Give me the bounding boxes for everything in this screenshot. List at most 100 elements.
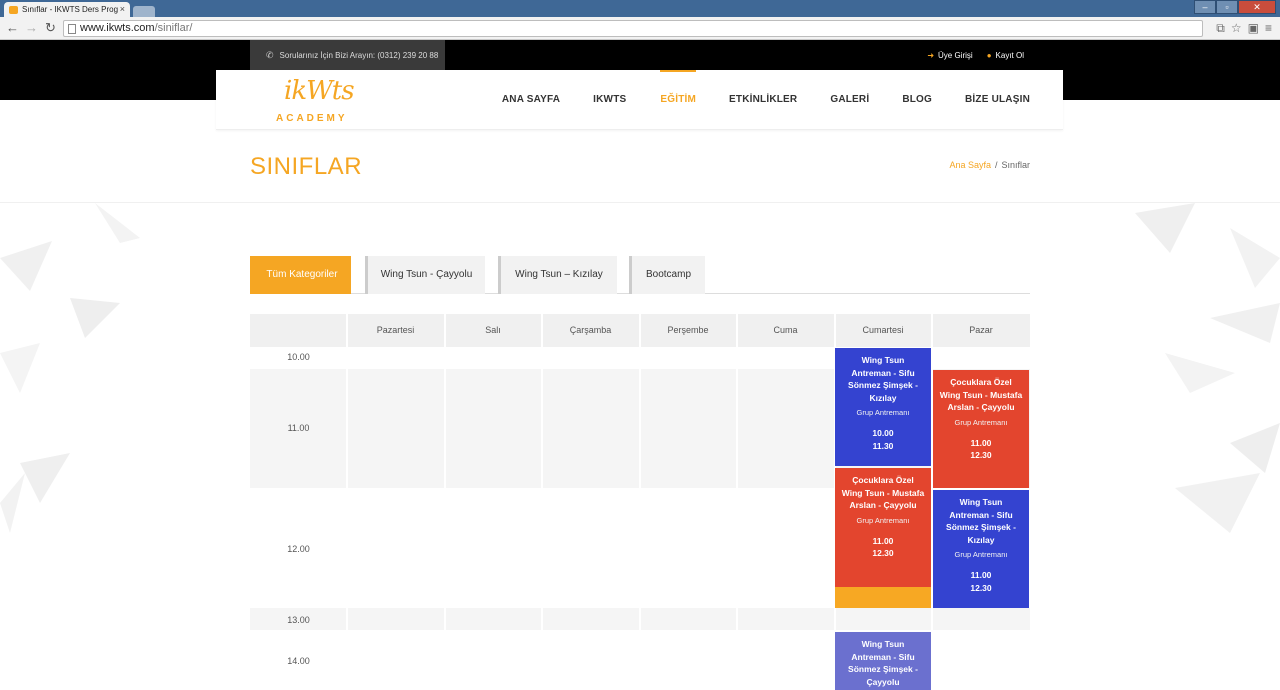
login-link[interactable]: ➜ Üye Girişi xyxy=(927,51,972,60)
event-category: Grup Antremanı xyxy=(954,417,1008,427)
hour-label: 11.00 xyxy=(287,423,310,433)
bookmark-star-icon[interactable]: ☆ xyxy=(1231,21,1242,36)
filter-all[interactable]: Tüm Kategoriler xyxy=(250,256,351,294)
hour-label: 10.00 xyxy=(287,352,310,362)
back-icon[interactable]: ← xyxy=(6,20,19,36)
browser-tab-title: Sınıflar - IKWTS Ders Prog xyxy=(22,5,119,14)
register-link[interactable]: ● Kayıt Ol xyxy=(987,51,1024,60)
header-pazartesi: Pazartesi xyxy=(347,314,444,347)
event-end: 12.30 xyxy=(970,582,992,593)
hour-label: 13.00 xyxy=(287,615,310,625)
event-card[interactable]: Wing Tsun Antreman - Sifu Sönmez Şimşek … xyxy=(835,348,931,466)
breadcrumb-separator: / xyxy=(994,160,998,170)
event-end: 12.30 xyxy=(970,450,992,460)
breadcrumb: Ana Sayfa / Sınıflar xyxy=(949,160,1030,170)
browser-titlebar xyxy=(0,0,1280,17)
extension-icon[interactable]: ▣ xyxy=(1248,21,1259,36)
event-card[interactable]: Çocuklara Özel Wing Tsun - Mustafa Arsla… xyxy=(835,468,931,587)
site-header: ikWts ACADEMY ANA SAYFA IKWTS EĞİTİM ETK… xyxy=(216,70,1063,130)
main-menu: ANA SAYFA IKWTS EĞİTİM ETKİNLİKLER GALER… xyxy=(502,70,1030,130)
nav-galeri[interactable]: GALERİ xyxy=(830,70,869,130)
header-cumartesi: Cumartesi xyxy=(835,314,931,347)
logo-mark: ikWts xyxy=(284,76,355,106)
nav-ikwts[interactable]: IKWTS xyxy=(593,70,626,130)
page-icon xyxy=(68,24,76,34)
filter-wing-tsun-kizilay[interactable]: Wing Tsun – Kızılay xyxy=(498,256,617,294)
hour-label: 14.00 xyxy=(287,656,310,666)
event-category: Grup Antremanı xyxy=(856,515,910,525)
header-carsamba: Çarşamba xyxy=(542,314,639,347)
event-title: Wing Tsun Antreman - Sifu Sönmez Şimşek … xyxy=(946,497,1016,545)
menu-icon[interactable]: ≡ xyxy=(1265,21,1272,36)
translate-icon[interactable]: ⧉ xyxy=(1216,21,1225,36)
url-host: www.ikwts.com xyxy=(80,22,155,34)
breadcrumb-current: Sınıflar xyxy=(1001,160,1030,170)
event-category: Grup Antremanı xyxy=(954,550,1008,559)
event-start: 11.00 xyxy=(872,535,894,546)
browser-toolbar: ← → ↻ www.ikwts.com/siniflar/ ⧉ ☆ ▣ ≡ xyxy=(0,17,1280,40)
account-links: ➜ Üye Girişi ● Kayıt Ol xyxy=(927,51,1024,60)
column-divider xyxy=(444,314,446,690)
user-icon: ● xyxy=(986,51,992,60)
nav-egitim[interactable]: EĞİTİM xyxy=(660,70,696,130)
minimize-icon[interactable]: – xyxy=(1194,0,1216,14)
new-tab-button[interactable] xyxy=(133,6,155,17)
category-filters: Tüm Kategoriler Wing Tsun - Çayyolu Wing… xyxy=(250,256,1030,294)
sign-in-icon: ➜ xyxy=(927,51,935,60)
nav-bize-ulasin[interactable]: BİZE ULAŞIN xyxy=(965,70,1030,130)
filter-wing-tsun-cayyolu[interactable]: Wing Tsun - Çayyolu xyxy=(365,256,485,294)
nav-ana-sayfa[interactable]: ANA SAYFA xyxy=(502,70,560,130)
close-window-icon[interactable]: ✕ xyxy=(1238,0,1276,14)
event-title: Wing Tsun Antreman - Sifu Sönmez Şimşek … xyxy=(848,639,918,687)
reload-icon[interactable]: ↻ xyxy=(45,20,56,36)
hour-label: 12.00 xyxy=(287,544,310,554)
phone-text: Sorularınız İçin Bizi Arayın: (0312) 239… xyxy=(279,51,439,60)
column-divider xyxy=(346,314,348,690)
event-title: Wing Tsun Antreman - Sifu Sönmez Şimşek … xyxy=(848,355,918,403)
event-title: Çocuklara Özel Wing Tsun - Mustafa Arsla… xyxy=(841,475,925,510)
column-divider xyxy=(736,314,738,690)
event-title: Çocuklara Özel Wing Tsun - Mustafa Arsla… xyxy=(939,377,1023,412)
filter-bootcamp[interactable]: Bootcamp xyxy=(629,256,705,294)
breadcrumb-home[interactable]: Ana Sayfa xyxy=(949,160,991,170)
register-label: Kayıt Ol xyxy=(995,51,1024,60)
url-path: /siniflar/ xyxy=(154,22,193,34)
event-start: 10.00 xyxy=(872,428,894,438)
tab-close-icon[interactable]: × xyxy=(120,4,125,14)
event-end: 11.30 xyxy=(872,440,894,451)
event-card[interactable]: Wing Tsun Antreman - Sifu Sönmez Şimşek … xyxy=(933,490,1029,608)
event-card[interactable]: Çocuklara Özel Wing Tsun - Mustafa Arsla… xyxy=(933,370,1029,488)
column-divider xyxy=(541,314,543,690)
event-card[interactable]: Wing Tsun Antreman - Sifu Sönmez Şimşek … xyxy=(835,632,931,690)
header-persembe: Perşembe xyxy=(640,314,736,347)
site-logo[interactable]: ikWts ACADEMY xyxy=(274,76,355,126)
header-cuma: Cuma xyxy=(737,314,834,347)
header-sali: Salı xyxy=(445,314,541,347)
event-end: 12.30 xyxy=(872,548,894,558)
window-controls: – ▫ ✕ xyxy=(1194,0,1276,14)
favicon-icon xyxy=(9,6,18,14)
header-pazar: Pazar xyxy=(932,314,1030,347)
event-start: 11.00 xyxy=(970,570,992,580)
event-overflow-bar xyxy=(835,587,931,608)
logo-subtitle: ACADEMY xyxy=(276,113,348,124)
timetable: Pazartesi Salı Çarşamba Perşembe Cuma Cu… xyxy=(250,314,1030,690)
page-title-area: SINIFLAR Ana Sayfa / Sınıflar xyxy=(0,131,1280,203)
event-start: 11.00 xyxy=(970,437,992,448)
header-time-corner xyxy=(250,314,347,347)
decorative-shapes-left xyxy=(0,203,140,533)
page-title: SINIFLAR xyxy=(250,153,363,180)
event-category: Grup Antremanı xyxy=(856,408,910,417)
nav-blog[interactable]: BLOG xyxy=(902,70,932,130)
column-divider xyxy=(639,314,641,690)
forward-icon[interactable]: → xyxy=(25,20,38,36)
nav-etkinlikler[interactable]: ETKİNLİKLER xyxy=(729,70,797,130)
maximize-icon[interactable]: ▫ xyxy=(1216,0,1238,14)
login-label: Üye Girişi xyxy=(938,51,973,60)
phone-box: ✆ Sorularınız İçin Bizi Arayın: (0312) 23… xyxy=(250,40,445,70)
decorative-shapes-right xyxy=(1135,203,1280,533)
browser-tab[interactable]: Sınıflar - IKWTS Ders Prog × xyxy=(4,2,130,17)
address-bar[interactable]: www.ikwts.com/siniflar/ xyxy=(63,20,1203,37)
toolbar-icons: ⧉ ☆ ▣ ≡ xyxy=(1216,21,1272,36)
phone-icon: ✆ xyxy=(266,50,274,60)
